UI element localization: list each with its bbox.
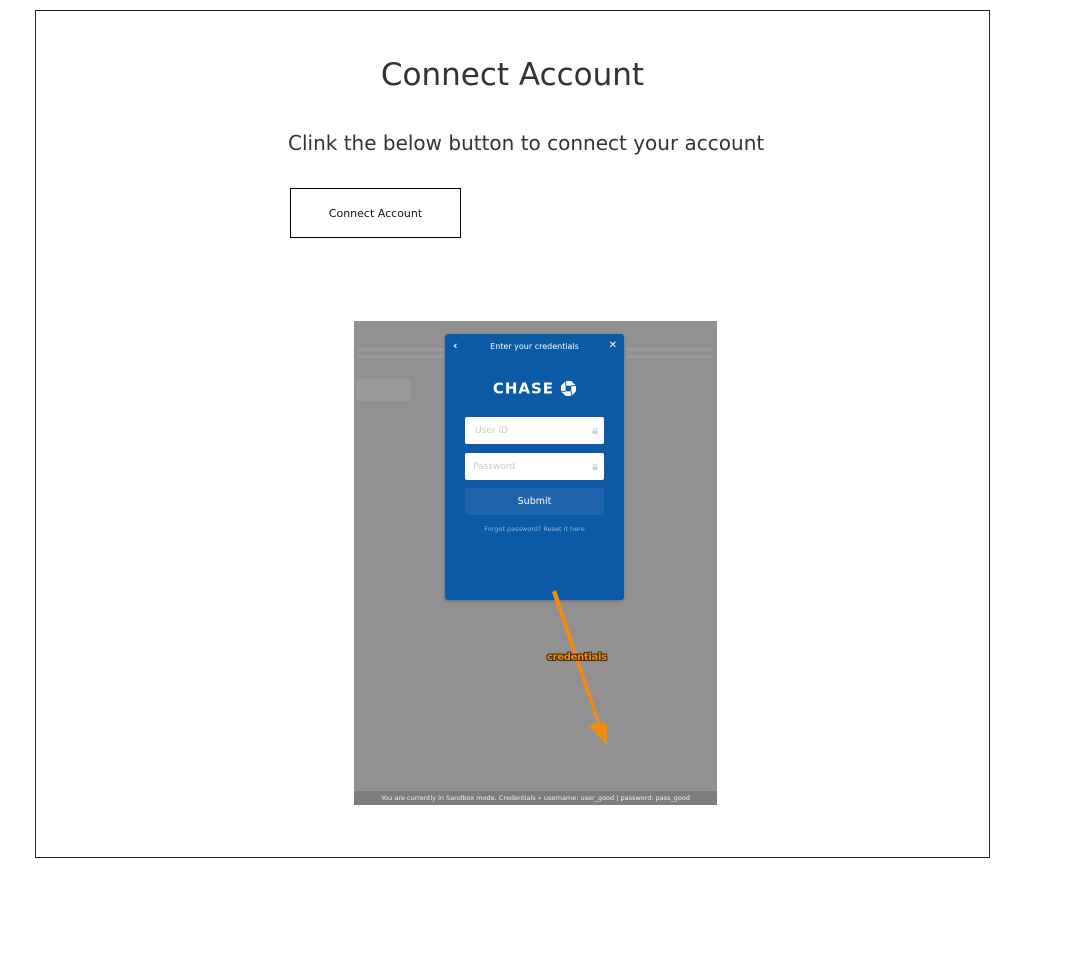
sandbox-notice: You are currently in Sandbox mode. Crede… [354, 791, 717, 805]
annotation-label: credentials [547, 652, 607, 663]
page-frame: Connect Account Clink the below button t… [35, 10, 990, 858]
instruction-text: Clink the below button to connect your a… [288, 131, 765, 155]
annotation-arrow [552, 590, 607, 745]
credentials-screenshot: ‹ Enter your credentials ✕ CHASE User ID… [354, 321, 717, 805]
connect-account-button[interactable]: Connect Account [290, 188, 461, 238]
page-title: Connect Account [380, 57, 645, 93]
